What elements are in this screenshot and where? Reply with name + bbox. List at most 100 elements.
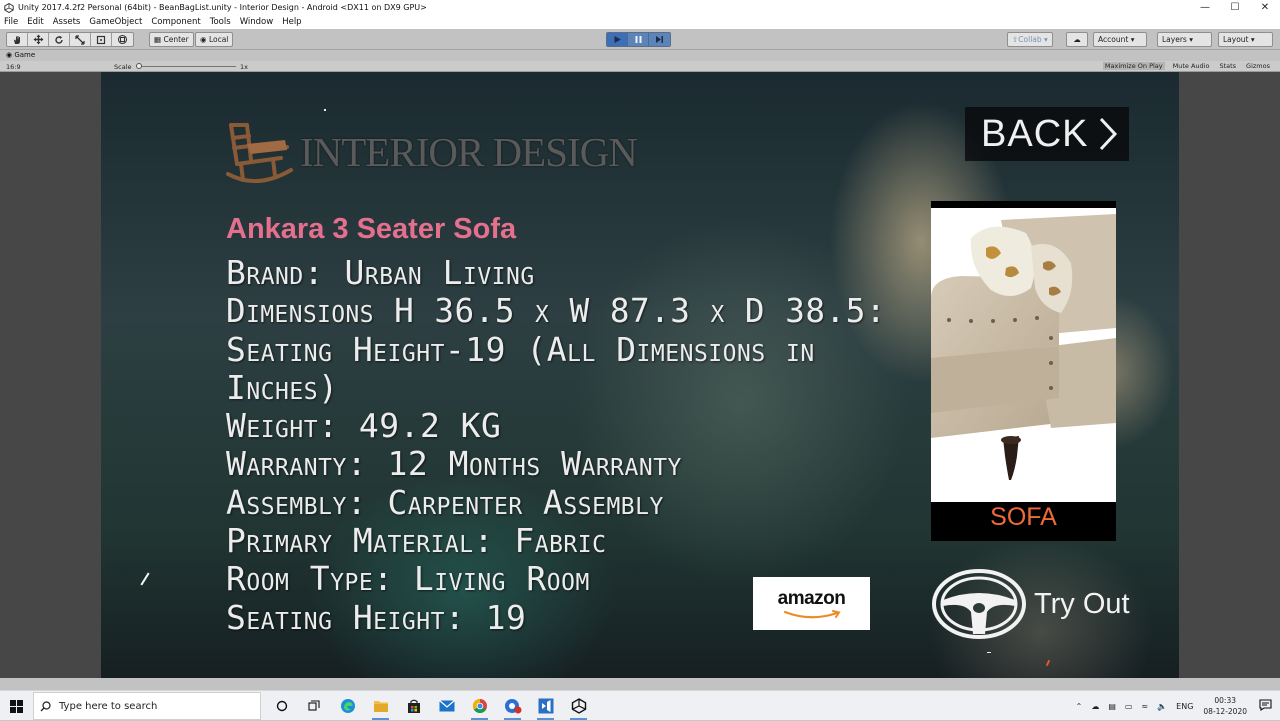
layers-label: Layers — [1162, 35, 1187, 44]
tab-game[interactable]: ◉ Game — [6, 51, 35, 59]
close-button[interactable]: ✕ — [1250, 0, 1280, 15]
play-controls — [606, 32, 671, 47]
taskbar-search-input[interactable]: Type here to search — [33, 692, 261, 720]
notification-icon[interactable] — [1259, 699, 1272, 713]
game-viewport: INTERIOR DESIGN BACK Ankara 3 Seater Sof… — [101, 72, 1179, 678]
game-icon: ◉ — [6, 51, 13, 59]
transform-tool-button[interactable] — [112, 33, 133, 46]
tab-game-label: Game — [14, 51, 36, 59]
pivot-label: Center — [163, 35, 189, 44]
layout-dropdown[interactable]: Layout ▾ — [1218, 32, 1273, 47]
try-out-button[interactable]: Try Out — [932, 566, 1142, 642]
pivot-icon: ▦ — [154, 35, 162, 44]
scale-tool-button[interactable] — [70, 33, 91, 46]
shopping-bag-icon — [407, 699, 420, 713]
layers-dropdown[interactable]: Layers ▾ — [1157, 32, 1212, 47]
taskbar-clock[interactable]: 00:33 08-12-2020 — [1203, 695, 1247, 717]
menu-help[interactable]: Help — [282, 17, 301, 27]
volume-icon[interactable]: 🔈 — [1157, 702, 1167, 711]
back-button[interactable]: BACK — [965, 107, 1129, 161]
start-button[interactable] — [0, 691, 33, 721]
step-button[interactable] — [649, 33, 670, 46]
rotate-tool-button[interactable] — [49, 33, 70, 46]
menu-window[interactable]: Window — [240, 17, 274, 27]
hand-icon — [14, 35, 20, 44]
steering-wheel-icon — [932, 569, 1026, 639]
product-card[interactable]: SOFA — [931, 201, 1116, 541]
spec-material: Primary Material: Fabric — [226, 521, 607, 561]
chrome-icon — [472, 699, 487, 713]
speck-slash — [140, 572, 150, 586]
visual-studio-app[interactable] — [529, 694, 562, 720]
gizmos-dropdown[interactable]: Gizmos — [1244, 62, 1272, 70]
account-dropdown[interactable]: Account ▾ — [1093, 32, 1147, 47]
cloud-icon[interactable]: ☁ — [1091, 702, 1099, 711]
chrome-profile-app[interactable] — [496, 694, 529, 720]
search-icon — [40, 700, 51, 711]
file-explorer-app[interactable] — [364, 694, 397, 720]
pivot-local-toggle[interactable]: ◉ Local — [195, 32, 234, 47]
cortana-button[interactable] — [265, 694, 298, 718]
sofa-illustration — [931, 208, 1116, 502]
game-view-toolbar: 16:9 Scale 1x Maximize On Play Mute Audi… — [0, 61, 1280, 72]
move-tool-button[interactable] — [28, 33, 49, 46]
store-app[interactable] — [397, 694, 430, 718]
amazon-button[interactable]: amazon — [753, 577, 870, 630]
spec-warranty: Warranty: 12 Months Warranty — [226, 444, 682, 484]
language-indicator[interactable]: ENG — [1176, 702, 1193, 711]
cortana-circle-icon — [276, 700, 287, 712]
product-title: Ankara 3 Seater Sofa — [226, 213, 517, 245]
maximize-button[interactable]: ☐ — [1220, 0, 1250, 15]
unity-app[interactable] — [562, 694, 595, 720]
back-label: BACK — [981, 112, 1089, 155]
rect-icon — [96, 35, 106, 44]
try-out-label: Try Out — [1034, 587, 1130, 620]
spec-dimensions: Dimensions H 36.5 x W 87.3 x D 38.5: — [226, 291, 887, 331]
spec-brand: Brand: Urban Living — [226, 253, 535, 292]
edge-app[interactable] — [331, 694, 364, 718]
play-button[interactable] — [607, 33, 628, 46]
space-label: Local — [208, 35, 229, 44]
pivot-center-toggle[interactable]: ▦ Center — [149, 32, 194, 47]
mail-app[interactable] — [430, 694, 463, 718]
chevron-up-icon[interactable]: ⌃ — [1076, 702, 1083, 711]
chevron-down-icon: ▾ — [1189, 35, 1193, 44]
move-icon — [33, 34, 43, 45]
amazon-label: amazon — [777, 587, 846, 609]
rect-tool-button[interactable] — [91, 33, 112, 46]
clipboard-icon[interactable]: ▤ — [1108, 702, 1116, 711]
cloud-icon: ☁ — [1073, 35, 1081, 44]
scale-slider-track[interactable] — [138, 66, 236, 67]
menu-gameobject[interactable]: GameObject — [89, 17, 142, 27]
menu-edit[interactable]: Edit — [27, 17, 43, 27]
wifi-icon[interactable]: ≈ — [1141, 702, 1148, 711]
menu-assets[interactable]: Assets — [53, 17, 81, 27]
editor-status-strip — [0, 678, 1280, 690]
stats-toggle[interactable]: Stats — [1217, 62, 1238, 70]
chevron-down-icon: ▾ — [1130, 35, 1135, 44]
collab-button[interactable]: ⇧Collab ▾ — [1007, 32, 1053, 47]
globe-icon: ◉ — [200, 35, 207, 44]
spec-weight: Weight: 49.2 KG — [226, 406, 502, 446]
mute-audio-toggle[interactable]: Mute Audio — [1171, 62, 1212, 70]
task-view-button[interactable] — [298, 694, 331, 718]
menu-file[interactable]: File — [4, 17, 18, 27]
app-logo-text: INTERIOR DESIGN — [300, 129, 638, 175]
hand-tool-button[interactable] — [7, 33, 28, 46]
menu-bar: File Edit Assets GameObject Component To… — [0, 15, 1280, 29]
battery-icon[interactable]: ▭ — [1125, 702, 1133, 711]
chevron-right-icon — [1100, 117, 1118, 151]
search-placeholder: Type here to search — [59, 700, 158, 712]
play-icon — [614, 36, 621, 43]
menu-tools[interactable]: Tools — [210, 17, 231, 27]
transform-icon — [117, 34, 128, 45]
minimize-button[interactable]: — — [1190, 0, 1220, 15]
pause-button[interactable] — [628, 33, 649, 46]
aspect-ratio-dropdown[interactable]: 16:9 — [6, 63, 21, 71]
scale-slider-thumb[interactable] — [136, 63, 142, 69]
chrome-app[interactable] — [463, 694, 496, 720]
spec-inches-note: Inches) — [226, 367, 339, 407]
menu-component[interactable]: Component — [151, 17, 200, 27]
maximize-on-play-toggle[interactable]: Maximize On Play — [1102, 62, 1165, 70]
cloud-services-button[interactable]: ☁ — [1066, 32, 1088, 47]
